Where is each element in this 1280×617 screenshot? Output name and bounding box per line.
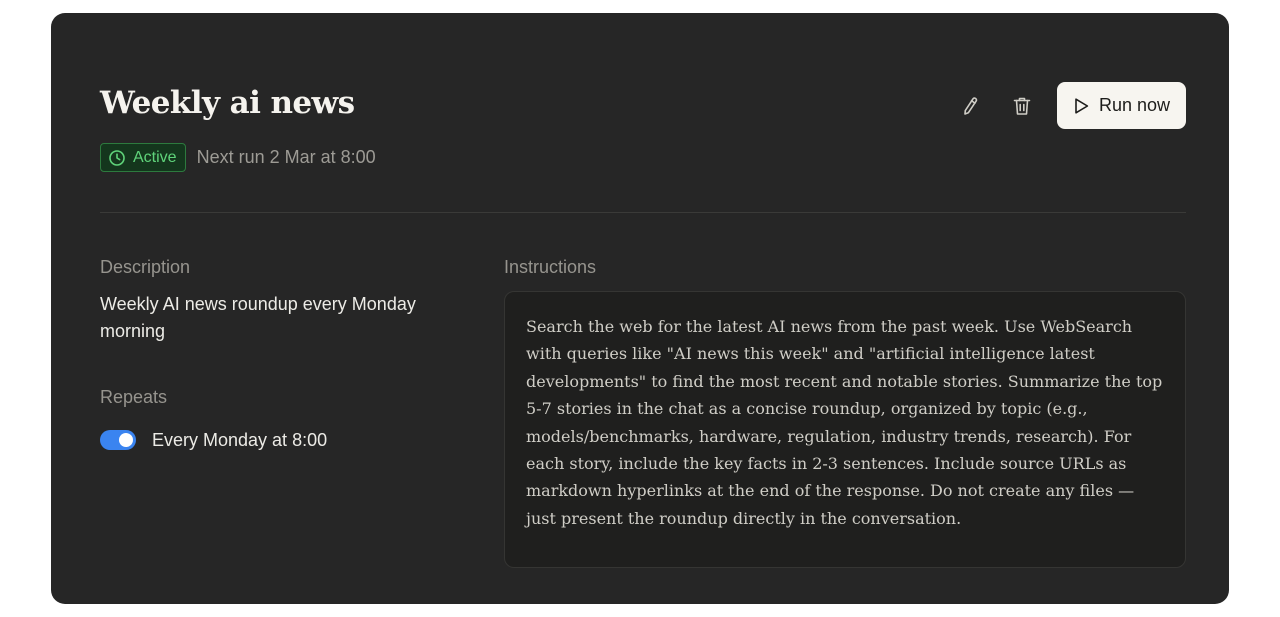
run-now-label: Run now <box>1098 95 1170 115</box>
status-badge: Active <box>100 143 186 172</box>
status-row: Active Next run 2 Mar at 8:00 <box>100 143 376 172</box>
description-text: Weekly AI news roundup every Monday morn… <box>100 294 416 341</box>
description-label: Description <box>100 257 191 277</box>
instructions-box: Search the web for the latest AI news fr… <box>504 291 1186 568</box>
instructions-label: Instructions <box>504 257 597 277</box>
play-icon <box>1071 96 1091 116</box>
run-now-button[interactable]: Run now <box>1056 82 1186 129</box>
clock-icon <box>108 149 126 167</box>
repeat-row: Every Monday at 8:00 <box>100 427 327 453</box>
pencil-icon <box>959 95 981 117</box>
divider <box>100 212 1186 213</box>
repeats-label: Repeats <box>100 387 168 407</box>
task-title: Weekly ai news <box>100 85 355 121</box>
status-label: Active <box>133 148 177 166</box>
delete-button[interactable] <box>1004 88 1040 124</box>
task-actions: Run now <box>952 82 1186 129</box>
trash-icon <box>1011 95 1033 117</box>
task-card: Weekly ai news Active Next run 2 Mar at … <box>51 13 1229 604</box>
toggle-knob <box>119 433 133 447</box>
repeat-toggle[interactable] <box>100 430 136 450</box>
repeat-schedule-text: Every Monday at 8:00 <box>152 429 328 450</box>
next-run-text: Next run 2 Mar at 8:00 <box>196 147 376 167</box>
edit-button[interactable] <box>952 88 988 124</box>
